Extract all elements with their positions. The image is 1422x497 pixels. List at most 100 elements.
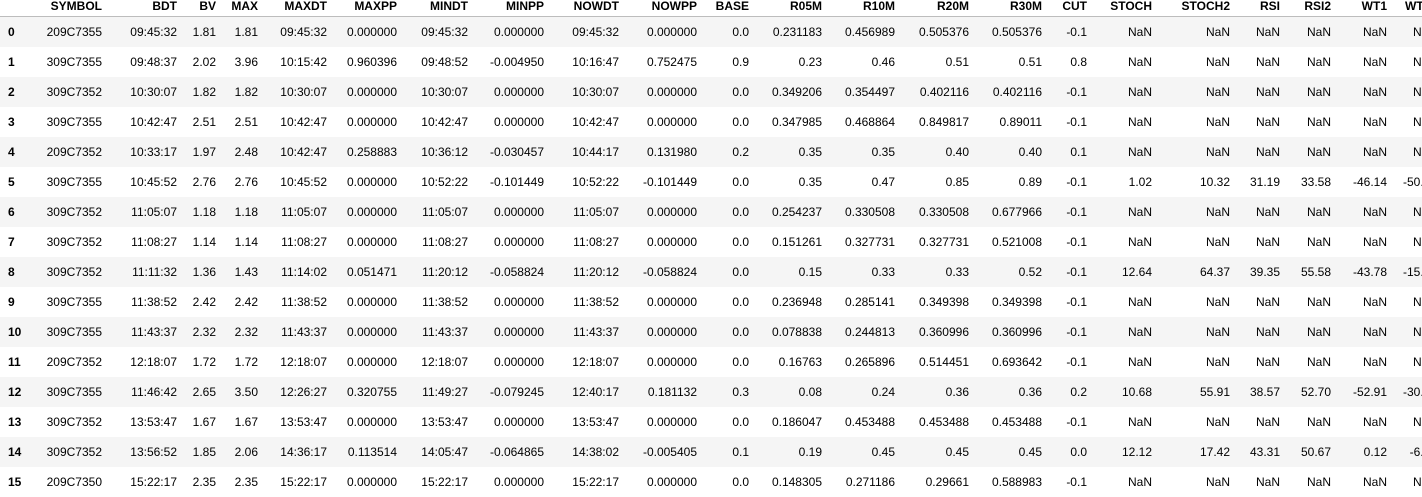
- table-cell: 1.67: [234, 414, 258, 429]
- table-row: 12 309C7355 11:46:42 2.65 3.50 12:26:27 0.3207…: [0, 376, 1422, 407]
- table-cell: 0.453488: [844, 414, 895, 429]
- table-cell: NaN: [1362, 144, 1387, 159]
- table-cell: NaN: [1306, 204, 1331, 219]
- table-cell: 0.078838: [771, 324, 822, 339]
- table-cell: 15:22:17: [572, 474, 619, 489]
- table-cell: 0.000000: [646, 354, 697, 369]
- table-cell: 0.231183: [772, 24, 822, 39]
- table-cell: 0.000000: [346, 324, 397, 339]
- table-cell: 309C7355: [46, 54, 102, 69]
- table-row: 1 309C7355 09:48:37 2.02 3.96 10:15:42 0.96039…: [0, 46, 1422, 77]
- table-cell: 0.000000: [346, 354, 397, 369]
- table-cell: 14:38:02: [572, 444, 619, 459]
- table-cell: NaN: [1362, 474, 1387, 489]
- row-index: 13: [8, 414, 22, 429]
- table-cell: 13:53:47: [130, 414, 177, 429]
- table-cell: 0.0: [732, 114, 749, 129]
- table-cell: 0.000000: [493, 24, 544, 39]
- table-cell: 0.0: [732, 474, 749, 489]
- table-cell: 0.051471: [346, 264, 397, 279]
- table-cell: -52.91: [1352, 384, 1387, 399]
- column-header: NOWPP: [624, 0, 702, 17]
- table-cell: 0.000000: [346, 24, 397, 39]
- table-cell: 0.0: [732, 294, 749, 309]
- table-cell: 309C7355: [46, 384, 102, 399]
- table-cell: 0.148305: [771, 474, 822, 489]
- table-cell: 50.67: [1300, 444, 1331, 459]
- table-cell: NaN: [1255, 204, 1280, 219]
- table-cell: 55.58: [1300, 264, 1331, 279]
- table-cell: NaN: [1306, 84, 1331, 99]
- table-cell: 1.97: [192, 144, 216, 159]
- table-cell: -0.1: [1066, 84, 1087, 99]
- table-cell: 1.14: [192, 234, 216, 249]
- table-cell: 1.67: [192, 414, 216, 429]
- table-cell: 0.000000: [493, 234, 544, 249]
- table-cell: 11:49:27: [422, 384, 468, 399]
- column-header: BDT: [107, 0, 182, 17]
- table-cell: 0.35: [798, 144, 822, 159]
- table-cell: NaN: [1127, 324, 1152, 339]
- table-cell: 0.0: [1070, 444, 1087, 459]
- table-cell: 309C7352: [46, 264, 102, 279]
- table-cell: 0.33: [871, 264, 895, 279]
- table-cell: 0.330508: [918, 204, 969, 219]
- table-cell: 11:43:37: [422, 324, 468, 339]
- table-cell: 0.349206: [771, 84, 822, 99]
- table-cell: NaN: [1362, 294, 1387, 309]
- table-cell: 10:16:47: [572, 54, 619, 69]
- table-cell: 11:14:02: [281, 264, 327, 279]
- table-cell: -0.1: [1066, 174, 1087, 189]
- table-cell: 0.000000: [346, 234, 397, 249]
- table-cell: 11:20:12: [573, 264, 619, 279]
- table-cell: NaN: [1127, 114, 1152, 129]
- table-cell: NaN: [1255, 84, 1280, 99]
- table-cell: 2.51: [192, 114, 216, 129]
- table-cell: 0.271186: [845, 474, 895, 489]
- table-cell: 11:38:52: [573, 294, 619, 309]
- table-cell: 0.000000: [493, 204, 544, 219]
- table-cell: 14:36:17: [280, 444, 327, 459]
- column-header: R05M: [754, 0, 827, 17]
- table-cell: NaN: [1412, 324, 1422, 339]
- table-cell: 1.02: [1128, 174, 1152, 189]
- column-header: STOCH2: [1157, 0, 1235, 17]
- table-cell: NaN: [1306, 474, 1331, 489]
- table-cell: 10:42:47: [280, 144, 327, 159]
- table-cell: 209C7355: [46, 24, 102, 39]
- table-cell: 0.151261: [771, 234, 822, 249]
- row-index: 5: [8, 174, 15, 189]
- table-row: 10 309C7355 11:43:37 2.32 2.32 11:43:37 0.0000…: [0, 316, 1422, 347]
- table-cell: 0.000000: [646, 204, 697, 219]
- table-cell: -50.65: [1402, 174, 1422, 189]
- table-cell: -0.101449: [642, 174, 697, 189]
- table-cell: 09:45:32: [280, 24, 327, 39]
- table-cell: 2.06: [234, 444, 258, 459]
- table-cell: -0.064865: [489, 444, 544, 459]
- table-cell: 0.000000: [346, 294, 397, 309]
- table-cell: 11:11:32: [132, 264, 177, 279]
- table-cell: 0.1: [1070, 144, 1087, 159]
- table-cell: 11:05:07: [422, 204, 468, 219]
- table-cell: 309C7352: [46, 444, 102, 459]
- table-cell: 0.000000: [346, 204, 397, 219]
- table-cell: NaN: [1362, 354, 1387, 369]
- table-cell: 0.51: [1018, 54, 1042, 69]
- column-header: R30M: [974, 0, 1047, 17]
- table-cell: NaN: [1362, 414, 1387, 429]
- table-cell: 39.35: [1249, 264, 1280, 279]
- table-cell: 0.849817: [918, 114, 969, 129]
- table-cell: -0.1: [1066, 204, 1087, 219]
- table-cell: 10:52:22: [421, 174, 468, 189]
- table-cell: 11:46:42: [131, 384, 177, 399]
- table-cell: 1.14: [234, 234, 258, 249]
- table-cell: NaN: [1255, 54, 1280, 69]
- table-cell: NaN: [1412, 144, 1422, 159]
- table-cell: NaN: [1255, 354, 1280, 369]
- table-cell: 2.32: [192, 324, 216, 339]
- table-cell: NaN: [1205, 54, 1230, 69]
- table-cell: 0.0: [732, 84, 749, 99]
- table-cell: 0.35: [871, 144, 895, 159]
- table-cell: 0.51: [945, 54, 969, 69]
- table-cell: 309C7355: [46, 324, 102, 339]
